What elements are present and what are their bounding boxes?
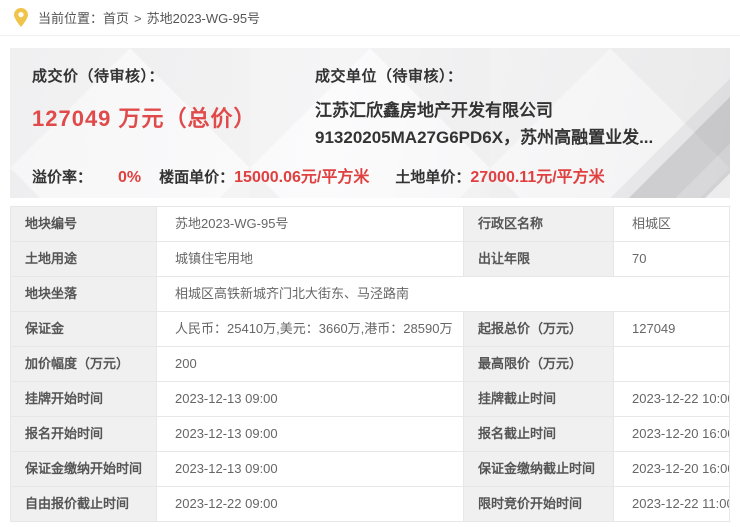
land-unit-price-value: 27000.11元/平方米 — [470, 163, 604, 187]
field-label: 土地用途 — [11, 242, 157, 277]
field-value: 2023-12-13 09:00 — [157, 382, 464, 417]
deal-price-value: 127049 万元（总价） — [32, 101, 315, 133]
breadcrumb-text: 当前位置：首页 > 苏地2023-WG-95号 — [38, 8, 260, 27]
field-label: 挂牌开始时间 — [11, 382, 157, 417]
premium-rate-value: 0% — [118, 169, 141, 187]
field-value: 2023-12-22 10:00 — [614, 382, 730, 417]
field-value: 2023-12-13 09:00 — [157, 452, 464, 487]
land-detail-panel: 成交价（待审核）： 127049 万元（总价） 成交单位（待审核）： 江苏汇欣鑫… — [10, 48, 730, 522]
field-value: 相城区 — [614, 207, 730, 242]
field-label: 自由报价截止时间 — [11, 487, 157, 522]
deal-summary-card: 成交价（待审核）： 127049 万元（总价） 成交单位（待审核）： 江苏汇欣鑫… — [10, 48, 730, 198]
field-label: 限时竞价开始时间 — [464, 487, 614, 522]
field-label: 出让年限 — [464, 242, 614, 277]
field-label: 行政区名称 — [464, 207, 614, 242]
field-label: 报名截止时间 — [464, 417, 614, 452]
deal-unit-label: 成交单位（待审核）： — [315, 65, 708, 86]
deal-price-block: 成交价（待审核）： 127049 万元（总价） — [32, 65, 315, 151]
breadcrumb: 当前位置：首页 > 苏地2023-WG-95号 — [0, 0, 740, 36]
field-value: 200 — [157, 347, 464, 382]
field-label: 加价幅度（万元） — [11, 347, 157, 382]
field-label: 地块坐落 — [11, 277, 157, 312]
field-label: 保证金缴纳开始时间 — [11, 452, 157, 487]
field-value: 相城区高铁新城齐门北大街东、马泾路南 — [157, 277, 730, 312]
land-info-table: 地块编号 苏地2023-WG-95号 行政区名称 相城区 土地用途 城镇住宅用地… — [10, 206, 730, 522]
field-value — [614, 347, 730, 382]
field-label: 挂牌截止时间 — [464, 382, 614, 417]
premium-rate-label: 溢价率： — [32, 166, 92, 187]
breadcrumb-home-link[interactable]: 首页 — [103, 11, 129, 26]
floor-unit-price-label: 楼面单价： — [159, 166, 234, 187]
field-value: 70 — [614, 242, 730, 277]
field-label: 最高限价（万元） — [464, 347, 614, 382]
field-value: 2023-12-22 11:00 — [614, 487, 730, 522]
breadcrumb-separator: > — [134, 11, 142, 26]
breadcrumb-current: 苏地2023-WG-95号 — [147, 11, 260, 26]
field-value: 人民币：25410万,美元：3660万,港币：28590万 — [157, 312, 464, 347]
company-name: 江苏汇欣鑫房地产开发有限公司 — [315, 97, 708, 124]
field-label: 报名开始时间 — [11, 417, 157, 452]
field-label: 保证金缴纳截止时间 — [464, 452, 614, 487]
field-label: 起报总价（万元） — [464, 312, 614, 347]
location-pin-icon — [14, 8, 28, 27]
field-label: 地块编号 — [11, 207, 157, 242]
breadcrumb-label: 当前位置： — [38, 11, 103, 26]
field-value: 2023-12-20 16:00 — [614, 452, 730, 487]
field-value: 2023-12-20 16:00 — [614, 417, 730, 452]
floor-unit-price-value: 15000.06元/平方米 — [234, 163, 369, 187]
field-value: 苏地2023-WG-95号 — [157, 207, 464, 242]
land-unit-price-label: 土地单价： — [395, 166, 470, 187]
field-value: 城镇住宅用地 — [157, 242, 464, 277]
deal-unit-block: 成交单位（待审核）： 江苏汇欣鑫房地产开发有限公司 91320205MA27G6… — [315, 65, 708, 151]
company-id: 91320205MA27G6PD6X，苏州高融置业发... — [315, 124, 708, 151]
field-value: 2023-12-13 09:00 — [157, 417, 464, 452]
field-value: 2023-12-22 09:00 — [157, 487, 464, 522]
price-stats-row: 溢价率： 0% 楼面单价： 15000.06元/平方米 土地单价： 27000.… — [32, 163, 605, 187]
field-value: 127049 — [614, 312, 730, 347]
deal-price-label: 成交价（待审核）： — [32, 65, 315, 86]
field-label: 保证金 — [11, 312, 157, 347]
